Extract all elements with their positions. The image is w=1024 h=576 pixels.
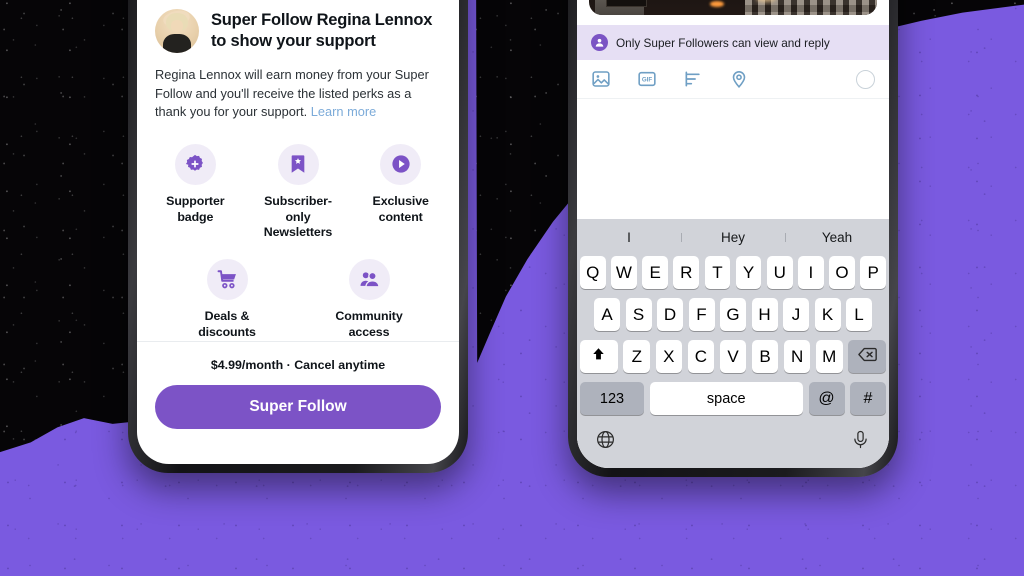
play-exclusive-icon — [380, 143, 422, 185]
shopping-cart-icon — [206, 259, 248, 301]
phone-right-screen: Only Super Followers can view and reply — [577, 0, 889, 468]
community-people-icon — [348, 259, 390, 301]
key-l[interactable]: L — [846, 298, 872, 331]
perks-row-1: Supporter badge Subscriber-only Newslett… — [149, 143, 447, 242]
avatar — [155, 9, 199, 53]
phone-left-device-frame: Super Follow Regina Lennox to show your … — [128, 0, 468, 473]
key-m[interactable]: M — [815, 340, 843, 373]
key-q[interactable]: Q — [579, 256, 606, 289]
phone-right-device-frame: Only Super Followers can view and reply — [568, 0, 898, 477]
keyboard-key-rows: Q W E R T Y U I O P A S D F G H J K L Z … — [577, 256, 889, 415]
character-counter-ring — [856, 69, 875, 89]
supporter-badge-icon — [174, 143, 216, 185]
key-d[interactable]: D — [657, 298, 683, 331]
page-title: Super Follow Regina Lennox to show your … — [211, 11, 433, 50]
perk-supporter-badge[interactable]: Supporter badge — [149, 143, 242, 242]
banner-text: Only Super Followers can view and reply — [616, 35, 830, 50]
perk-deals-discounts[interactable]: Deals & discounts — [177, 259, 277, 341]
key-x[interactable]: X — [655, 340, 683, 373]
bookmark-newsletter-icon — [277, 143, 319, 185]
at-key[interactable]: @ — [808, 382, 845, 415]
perks-row-2: Deals & discounts Community access — [149, 259, 447, 341]
super-follow-button[interactable]: Super Follow — [155, 385, 441, 430]
key-t[interactable]: T — [704, 256, 731, 289]
keyboard-bottom-bar — [577, 424, 889, 462]
screenshot-stage: Super Follow Regina Lennox to show your … — [0, 0, 1024, 576]
phone-left-screen: Super Follow Regina Lennox to show your … — [137, 0, 459, 464]
compose-toolbar: GIF — [577, 60, 889, 99]
perk-label: Community access — [335, 309, 403, 340]
key-w[interactable]: W — [611, 256, 637, 289]
suggestion-chip[interactable]: Yeah — [785, 230, 889, 245]
perk-community-access[interactable]: Community access — [319, 259, 419, 341]
key-y[interactable]: Y — [735, 256, 762, 289]
image-icon[interactable] — [591, 69, 611, 89]
super-follower-icon — [591, 34, 608, 51]
perk-subscriber-newsletters[interactable]: Subscriber-only Newsletters — [252, 143, 345, 242]
key-p[interactable]: P — [860, 256, 887, 289]
price-label: $4.99/month · Cancel anytime — [210, 358, 386, 373]
numbers-key[interactable]: 123 — [580, 382, 644, 415]
key-b[interactable]: B — [751, 340, 779, 373]
key-a[interactable]: A — [594, 298, 620, 331]
poll-icon[interactable] — [683, 69, 703, 89]
microphone-icon[interactable] — [850, 429, 871, 455]
super-follow-sheet: Super Follow Regina Lennox to show your … — [137, 0, 459, 464]
learn-more-link[interactable]: Learn more — [311, 104, 376, 119]
key-s[interactable]: S — [625, 298, 652, 331]
backspace-key[interactable] — [848, 340, 887, 373]
super-follow-footer: $4.99/month · Cancel anytime Super Follo… — [137, 341, 459, 464]
compose-screen: Only Super Followers can view and reply — [577, 0, 889, 468]
hash-key[interactable]: # — [850, 382, 886, 415]
key-r[interactable]: R — [673, 256, 700, 289]
space-key[interactable]: space — [649, 382, 803, 415]
key-v[interactable]: V — [719, 340, 747, 373]
compose-media-area — [577, 0, 889, 25]
shift-key[interactable] — [579, 340, 618, 373]
key-g[interactable]: G — [720, 298, 746, 331]
perk-label: Deals & discounts — [198, 309, 256, 340]
key-j[interactable]: J — [783, 298, 809, 331]
perk-label: Exclusive content — [372, 193, 429, 224]
on-screen-keyboard: I Hey Yeah Q W E R T Y U I O P A S D F G… — [577, 219, 889, 468]
perk-label: Supporter badge — [166, 193, 225, 224]
key-u[interactable]: U — [766, 256, 793, 289]
super-follow-description: Regina Lennox will earn money from your … — [137, 53, 459, 122]
perks-grid: Supporter badge Subscriber-only Newslett… — [137, 122, 459, 341]
suggestion-chip[interactable]: Hey — [681, 230, 785, 245]
gif-icon[interactable]: GIF — [637, 69, 657, 89]
key-z[interactable]: Z — [623, 340, 651, 373]
perk-exclusive-content[interactable]: Exclusive content — [354, 143, 447, 242]
key-e[interactable]: E — [642, 256, 668, 289]
key-f[interactable]: F — [688, 298, 715, 331]
keyboard-row-1: Q W E R T Y U I O P — [579, 256, 887, 289]
key-i[interactable]: I — [798, 256, 824, 289]
suggestion-chip[interactable]: I — [577, 230, 681, 245]
key-k[interactable]: K — [814, 298, 841, 331]
shift-arrow-icon — [590, 346, 607, 368]
description-text: Regina Lennox will earn money from your … — [155, 67, 429, 120]
keyboard-suggestion-bar: I Hey Yeah — [577, 219, 889, 256]
key-c[interactable]: C — [687, 340, 715, 373]
svg-text:GIF: GIF — [642, 77, 652, 84]
keyboard-row-4: 123 space @ # — [580, 382, 886, 415]
video-thumbnail[interactable] — [589, 0, 877, 15]
key-n[interactable]: N — [783, 340, 811, 373]
key-h[interactable]: H — [751, 298, 778, 331]
backspace-icon — [857, 344, 878, 370]
keyboard-row-3: Z X C V B N M — [579, 340, 887, 373]
location-icon[interactable] — [729, 69, 749, 89]
keyboard-row-2: A S D F G H J K L — [580, 298, 886, 331]
globe-icon[interactable] — [595, 429, 616, 455]
perk-label: Subscriber-only Newsletters — [263, 193, 333, 240]
super-follow-header: Super Follow Regina Lennox to show your … — [137, 9, 459, 53]
key-o[interactable]: O — [829, 256, 855, 289]
super-followers-only-banner: Only Super Followers can view and reply — [577, 25, 889, 60]
